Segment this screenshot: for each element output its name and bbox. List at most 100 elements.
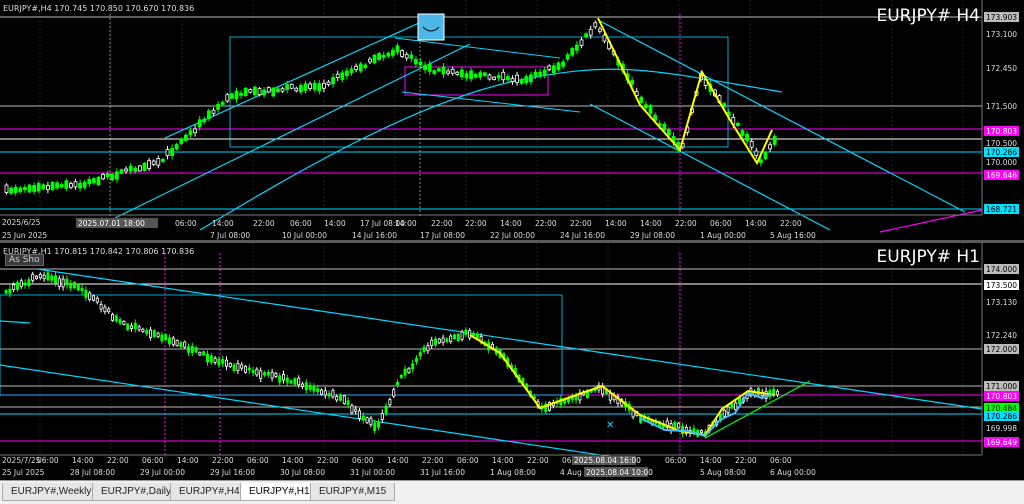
h4-candle — [538, 71, 542, 76]
date-label: 6 Aug 00:00 — [770, 468, 816, 477]
tab-daily[interactable]: EURJPY#,Daily — [92, 483, 181, 501]
date-label: 17 Jul 08:00 — [420, 231, 465, 240]
h4-candle — [473, 73, 478, 78]
h4-candle — [280, 88, 285, 92]
time-label: 22:00 — [675, 219, 697, 228]
h1-candle — [35, 275, 39, 280]
h4-candle — [487, 74, 492, 80]
h4-candle — [4, 184, 9, 194]
time-label: 06:00 — [142, 456, 164, 465]
tab-weekly[interactable]: EURJPY#,Weekly — [2, 483, 101, 501]
time-label: 25 Jun 2025 — [2, 231, 47, 240]
h1-candle — [563, 399, 567, 404]
h1-candle — [608, 393, 612, 401]
chart-h1-canvas[interactable]: ✕ 174.000 173.500 173.130 172.240 172.000 171.… — [0, 243, 1024, 479]
h4-candle — [156, 158, 161, 166]
time-label: 22:00 — [535, 219, 557, 228]
h4-candle — [404, 54, 409, 59]
time-label: 22:00 — [253, 219, 275, 228]
h4-candle — [206, 110, 211, 119]
h1-candle — [354, 408, 358, 412]
time-label: 2025/6/25 — [2, 218, 41, 227]
chart-h1[interactable]: ✕ 174.000 173.500 173.130 172.240 172.000 171.… — [0, 243, 1024, 479]
h1-candle — [346, 400, 350, 405]
h1-candle — [300, 383, 304, 387]
h4-candle — [432, 70, 437, 74]
range-box — [229, 36, 729, 148]
h1-candle — [456, 333, 460, 342]
time-label: 22:00 — [212, 456, 234, 465]
h4-candle — [165, 149, 170, 157]
date-label: 24 Jul 16:00 — [560, 231, 605, 240]
h4-candle — [252, 86, 257, 96]
h4-candle — [110, 173, 115, 181]
h1-candle — [133, 322, 137, 330]
h4-candle — [128, 165, 133, 172]
h4-candle — [772, 136, 777, 145]
h1-candle — [776, 390, 780, 396]
tab-h4[interactable]: EURJPY#,H4 — [170, 483, 249, 501]
chart-h4[interactable]: 173.903 173.100 172.450 171.500 170.803 170.5… — [0, 0, 1024, 243]
h1-candle — [281, 373, 285, 381]
h4-candle — [423, 64, 428, 71]
h4-candle — [602, 34, 607, 42]
h4-candle — [450, 68, 455, 74]
h1-candle — [183, 341, 187, 348]
h1-candle — [726, 406, 730, 413]
h4-candle — [409, 54, 414, 59]
date-label: 25 Jul 2025 — [2, 468, 45, 477]
h4-candle — [262, 89, 267, 96]
tab-m15[interactable]: EURJPY#,M15 — [310, 483, 396, 501]
h4-candle — [768, 144, 772, 150]
h4-candle — [36, 183, 41, 192]
price-label: 169.646 — [986, 171, 1017, 180]
h4-candle — [312, 82, 317, 90]
h4-candle — [188, 130, 193, 136]
h4-candle — [257, 88, 262, 96]
h4-candle — [478, 72, 483, 78]
time-label: 14:00 — [72, 456, 94, 465]
h4-candle — [78, 182, 82, 189]
h4-candle — [505, 76, 510, 81]
date-label: 5 Aug 16:00 — [770, 231, 816, 240]
price-label: 170.286 — [986, 412, 1017, 421]
h4-candle — [524, 76, 529, 84]
h4-candle — [400, 50, 405, 57]
time-label: 14:00 — [282, 456, 304, 465]
h1-candle — [414, 358, 418, 363]
h4-candle — [234, 91, 239, 100]
time-label: 22:00 — [422, 456, 444, 465]
h1-candle — [69, 282, 73, 289]
magenta-trend — [879, 209, 983, 233]
time-label: 06:00 — [665, 456, 687, 465]
h1-candle — [145, 330, 149, 334]
h4-candle — [243, 87, 248, 97]
h1-candle — [323, 390, 327, 396]
h1-candle — [164, 334, 168, 341]
h1-candle — [209, 355, 213, 363]
as-shot-button[interactable]: As Sho — [5, 254, 44, 266]
h1-candle — [122, 320, 126, 325]
h4-candle — [239, 92, 244, 96]
down-channel-upper — [597, 19, 966, 213]
h4-candle — [294, 87, 299, 92]
h1-candle — [422, 346, 426, 352]
h1-candle — [433, 338, 437, 346]
short-cyan-line — [0, 320, 31, 324]
zigzag-yellow — [469, 334, 776, 437]
h1-candle — [126, 323, 130, 331]
tab-h1[interactable]: EURJPY#,H1 — [240, 483, 319, 501]
h1-candle — [186, 346, 190, 353]
date-label: 1 Aug 08:00 — [490, 468, 536, 477]
chart-h4-canvas[interactable]: 173.903 173.100 172.450 171.500 170.803 170.5… — [0, 0, 1024, 243]
h4-candle — [575, 44, 579, 51]
h4-candle — [32, 185, 36, 192]
price-label: 173.903 — [986, 13, 1017, 22]
h4-candle — [363, 64, 368, 68]
h4-candle — [59, 184, 64, 188]
h4-candle — [763, 151, 768, 160]
h1-candle — [31, 273, 35, 281]
h1-candle — [285, 377, 289, 383]
h4-candle — [142, 162, 147, 172]
h4-candle — [588, 28, 593, 36]
